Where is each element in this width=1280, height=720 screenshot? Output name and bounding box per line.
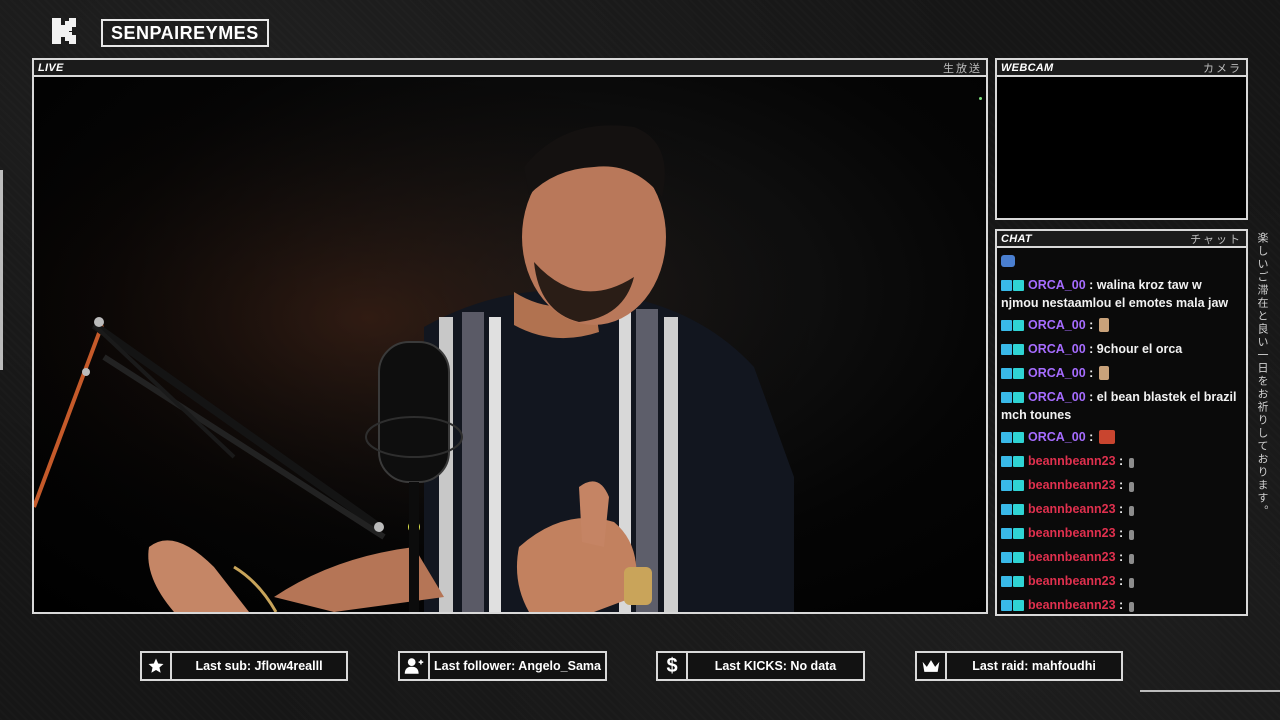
chat-emote-icon	[1099, 366, 1110, 380]
webcam-frame: WEBCAM カメラ	[995, 58, 1248, 220]
chat-emote-icon	[1099, 318, 1110, 332]
side-jp-text: 楽しいご滞在と良い一日をお祈りしております。	[1256, 232, 1268, 518]
webcam-jp-label: カメラ	[1203, 62, 1242, 75]
chat-text: :	[1119, 550, 1124, 564]
last-sub-box: Last sub: Jflow4realll	[140, 651, 348, 681]
user-badges-icon	[1001, 455, 1025, 471]
user-badges-icon	[1001, 551, 1025, 567]
chat-emote-icon	[1129, 506, 1135, 516]
webcam-title: WEBCAM	[1001, 61, 1054, 74]
last-raid-box: Last raid: mahfoudhi	[915, 651, 1123, 681]
torn-edge-left	[0, 170, 3, 370]
chat-message: ORCA_00 : el bean blastek el brazil mch …	[1001, 389, 1242, 423]
user-badges-icon	[1001, 431, 1025, 447]
last-kicks-box: $ Last KICKS: No data	[656, 651, 865, 681]
chat-header: CHAT チャット	[997, 231, 1246, 248]
user-badges-icon	[1001, 503, 1025, 519]
chat-username[interactable]: ORCA_00	[1028, 278, 1086, 292]
chat-message: beannbeann23 :	[1001, 477, 1242, 495]
chat-username[interactable]: beannbeann23	[1028, 502, 1116, 516]
chat-message: beannbeann23 :	[1001, 549, 1242, 567]
chat-username[interactable]: beannbeann23	[1028, 526, 1116, 540]
chat-text: :	[1119, 454, 1124, 468]
chat-emote-icon	[1129, 530, 1135, 540]
chat-message: ORCA_00 : 9chour el orca	[1001, 341, 1242, 359]
chat-username[interactable]: ORCA_00	[1028, 430, 1086, 444]
chat-message: beannbeann23 :	[1001, 501, 1242, 519]
last-follower-box: Last follower: Angelo_Sama	[398, 651, 607, 681]
chat-message: ORCA_00 :	[1001, 365, 1242, 383]
user-badges-icon	[1001, 599, 1025, 614]
chat-message: beannbeann23 :	[1001, 573, 1242, 591]
last-sub-text: Last sub: Jflow4realll	[195, 659, 323, 673]
chat-message: ORCA_00 :	[1001, 317, 1242, 335]
chat-message: beannbeann23 :	[1001, 453, 1242, 471]
chat-messages[interactable]: ORCA_00 : walina kroz taw w njmou nestaa…	[997, 248, 1246, 614]
chat-username[interactable]: beannbeann23	[1028, 454, 1116, 468]
live-header: LIVE 生放送	[34, 60, 986, 77]
user-badges-icon	[1001, 527, 1025, 543]
kick-logo-icon	[50, 16, 78, 46]
chat-username[interactable]: ORCA_00	[1028, 390, 1086, 404]
live-video[interactable]	[34, 77, 986, 612]
chat-title: CHAT	[1001, 232, 1032, 245]
chat-text: :	[1119, 502, 1124, 516]
last-raid-text: Last raid: mahfoudhi	[972, 659, 1096, 673]
user-badges-icon	[1001, 279, 1025, 295]
user-badges-icon	[1001, 479, 1025, 495]
chat-username[interactable]: ORCA_00	[1028, 318, 1086, 332]
chat-username[interactable]: beannbeann23	[1028, 598, 1116, 612]
video-frame-illustration	[34, 77, 986, 612]
chat-emote-icon	[1099, 430, 1116, 444]
chat-message: ORCA_00 : walina kroz taw w njmou nestaa…	[1001, 277, 1242, 311]
chat-emote-icon	[1129, 602, 1135, 612]
chat-username[interactable]: beannbeann23	[1028, 478, 1116, 492]
chat-emote-icon	[1129, 458, 1135, 468]
chat-text: :	[1089, 430, 1094, 444]
chat-text: :	[1119, 574, 1124, 588]
star-icon	[142, 653, 172, 679]
chat-text: :	[1089, 318, 1094, 332]
channel-name: SENPAIREYMES	[101, 19, 269, 47]
dollar-icon: $	[658, 653, 688, 679]
chat-text: :	[1119, 526, 1124, 540]
webcam-header: WEBCAM カメラ	[997, 60, 1246, 77]
chat-emote-icon	[1129, 578, 1135, 588]
chat-jp-label: チャット	[1190, 233, 1242, 246]
chat-username[interactable]: beannbeann23	[1028, 574, 1116, 588]
user-badges-icon	[1001, 575, 1025, 591]
chat-username[interactable]: beannbeann23	[1028, 550, 1116, 564]
live-status-dot	[979, 97, 982, 100]
crown-icon	[917, 653, 947, 679]
chat-emote-icon	[1129, 554, 1135, 564]
chat-partial-emote	[1001, 255, 1242, 271]
live-frame: LIVE 生放送	[32, 58, 988, 614]
live-jp-label: 生放送	[943, 62, 982, 75]
user-badges-icon	[1001, 343, 1025, 359]
chat-text: :	[1119, 598, 1124, 612]
chat-username[interactable]: ORCA_00	[1028, 342, 1086, 356]
chat-text: :	[1089, 366, 1094, 380]
chat-username[interactable]: ORCA_00	[1028, 366, 1086, 380]
user-plus-icon	[400, 653, 430, 679]
chat-text: : 9chour el orca	[1089, 342, 1183, 356]
user-badges-icon	[1001, 391, 1025, 407]
chat-text: :	[1119, 478, 1124, 492]
live-title: LIVE	[38, 61, 64, 74]
last-follower-text: Last follower: Angelo_Sama	[434, 659, 601, 673]
chat-emote-icon	[1129, 482, 1135, 492]
chat-message: beannbeann23 :	[1001, 525, 1242, 543]
chat-message: beannbeann23 :	[1001, 597, 1242, 614]
user-badges-icon	[1001, 367, 1025, 383]
user-badges-icon	[1001, 319, 1025, 335]
last-kicks-text: Last KICKS: No data	[714, 659, 837, 673]
chat-message: ORCA_00 :	[1001, 429, 1242, 447]
torn-edge-bottom-right	[1140, 690, 1280, 692]
chat-frame: CHAT チャット ORCA_00 : walina kroz taw w nj…	[995, 229, 1248, 616]
